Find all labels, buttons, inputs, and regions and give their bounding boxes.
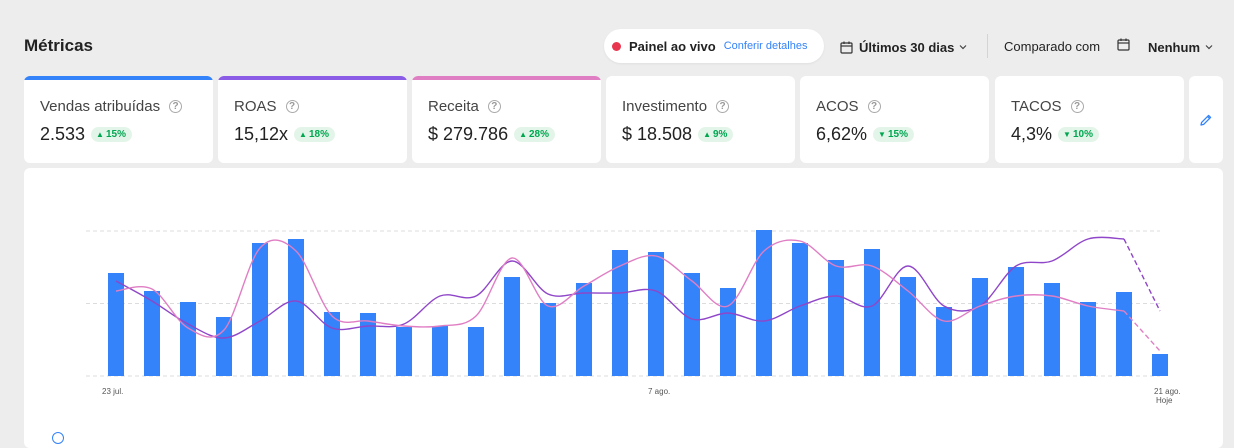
change-badge: ▲ 15% bbox=[91, 126, 132, 142]
bar bbox=[972, 278, 988, 376]
x-tick-label: 21 ago. bbox=[1154, 387, 1181, 396]
metric-card-investimento[interactable]: Investimento ? $ 18.508 ▲ 9% bbox=[606, 76, 795, 163]
page-title: Métricas bbox=[24, 36, 93, 55]
period-selector[interactable]: Últimos 30 dias bbox=[840, 38, 968, 56]
metric-label: Receita bbox=[428, 97, 479, 115]
pencil-icon bbox=[1200, 114, 1212, 126]
help-icon[interactable]: ? bbox=[867, 99, 881, 113]
metric-card-receita[interactable]: Receita ? $ 279.786 ▲ 28% bbox=[412, 76, 601, 163]
bar bbox=[540, 303, 556, 376]
arrow-up-icon: ▲ bbox=[703, 129, 711, 139]
bar bbox=[252, 243, 268, 376]
metric-card-vendas[interactable]: Vendas atribuídas ? 2.533 ▲ 15% bbox=[24, 76, 213, 163]
bar bbox=[936, 307, 952, 376]
bar bbox=[216, 317, 232, 376]
help-icon[interactable]: ? bbox=[716, 99, 730, 113]
metric-value: 4,3% bbox=[1011, 123, 1053, 144]
help-icon[interactable]: ? bbox=[1070, 99, 1084, 113]
calendar-icon[interactable] bbox=[1117, 38, 1130, 51]
arrow-up-icon: ▲ bbox=[96, 129, 104, 139]
metric-value: $ 279.786 bbox=[428, 123, 509, 144]
metric-accent-bar bbox=[412, 76, 601, 80]
bar bbox=[1152, 354, 1168, 376]
bar bbox=[1008, 267, 1024, 376]
live-indicator-icon bbox=[612, 41, 621, 51]
live-panel-label: Painel ao vivo bbox=[629, 38, 716, 54]
chart-panel: 23 jul. 7 ago. 21 ago. Hoje bbox=[24, 168, 1223, 448]
live-panel-pill: Painel ao vivo Conferir detalhes bbox=[604, 29, 824, 63]
info-circle-icon bbox=[52, 432, 64, 444]
period-label: Últimos 30 dias bbox=[859, 39, 955, 55]
metric-card-acos[interactable]: ACOS ? 6,62% ▼ 15% bbox=[800, 76, 989, 163]
bar bbox=[1080, 302, 1096, 376]
x-tick-label: 7 ago. bbox=[648, 387, 670, 396]
change-value: 15% bbox=[105, 128, 126, 140]
change-value: 15% bbox=[887, 128, 908, 140]
edit-metrics-button[interactable] bbox=[1189, 76, 1223, 163]
compare-value: Nenhum bbox=[1148, 39, 1200, 55]
change-badge: ▼ 10% bbox=[1058, 126, 1099, 142]
metric-accent-bar bbox=[24, 76, 213, 80]
change-badge: ▲ 18% bbox=[294, 126, 335, 142]
bar bbox=[828, 260, 844, 376]
arrow-up-icon: ▲ bbox=[299, 129, 307, 139]
arrow-down-icon: ▼ bbox=[878, 129, 886, 139]
chevron-down-icon bbox=[1205, 45, 1213, 50]
metric-label: Investimento bbox=[622, 97, 708, 115]
header-divider bbox=[987, 34, 988, 58]
metric-label: TACOS bbox=[1011, 97, 1062, 115]
bar bbox=[108, 273, 124, 376]
metric-card-tacos[interactable]: TACOS ? 4,3% ▼ 10% bbox=[995, 76, 1184, 163]
change-badge: ▼ 15% bbox=[873, 126, 914, 142]
metric-card-roas[interactable]: ROAS ? 15,12x ▲ 18% bbox=[218, 76, 407, 163]
compare-label: Comparado com bbox=[1004, 39, 1101, 54]
compare-selector[interactable]: Nenhum bbox=[1148, 38, 1214, 56]
change-value: 18% bbox=[308, 128, 329, 140]
metric-value: 2.533 bbox=[40, 123, 86, 144]
metric-value: 15,12x bbox=[234, 123, 289, 144]
metrics-chart: 23 jul. 7 ago. 21 ago.Hoje bbox=[86, 230, 1181, 405]
bar bbox=[468, 327, 484, 376]
bar bbox=[648, 252, 664, 376]
arrow-up-icon: ▲ bbox=[519, 129, 527, 139]
chevron-down-icon bbox=[959, 45, 967, 50]
bar bbox=[576, 283, 592, 376]
x-tick-label: 23 jul. bbox=[102, 387, 123, 396]
x-tick-label-today: Hoje bbox=[1156, 396, 1173, 405]
calendar-icon bbox=[840, 41, 853, 54]
metric-value: 6,62% bbox=[816, 123, 868, 144]
bar bbox=[324, 312, 340, 376]
metric-value: $ 18.508 bbox=[622, 123, 693, 144]
bar bbox=[432, 326, 448, 376]
help-icon[interactable]: ? bbox=[169, 99, 183, 113]
arrow-down-icon: ▼ bbox=[1063, 129, 1071, 139]
change-value: 9% bbox=[713, 128, 728, 140]
bar bbox=[504, 277, 520, 376]
change-value: 10% bbox=[1072, 128, 1093, 140]
metric-accent-bar bbox=[218, 76, 407, 80]
change-badge: ▲ 28% bbox=[514, 126, 556, 142]
metric-label: Vendas atribuídas bbox=[40, 97, 161, 115]
bar bbox=[396, 327, 412, 376]
change-value: 28% bbox=[529, 128, 550, 140]
help-icon[interactable]: ? bbox=[285, 99, 299, 113]
change-badge: ▲ 9% bbox=[698, 126, 734, 142]
bar bbox=[792, 243, 808, 376]
help-icon[interactable]: ? bbox=[487, 99, 501, 113]
bar bbox=[180, 302, 196, 376]
live-details-link[interactable]: Conferir detalhes bbox=[724, 40, 808, 52]
metric-label: ROAS bbox=[234, 97, 277, 115]
metric-label: ACOS bbox=[816, 97, 859, 115]
bar bbox=[1116, 292, 1132, 376]
bar bbox=[684, 273, 700, 376]
